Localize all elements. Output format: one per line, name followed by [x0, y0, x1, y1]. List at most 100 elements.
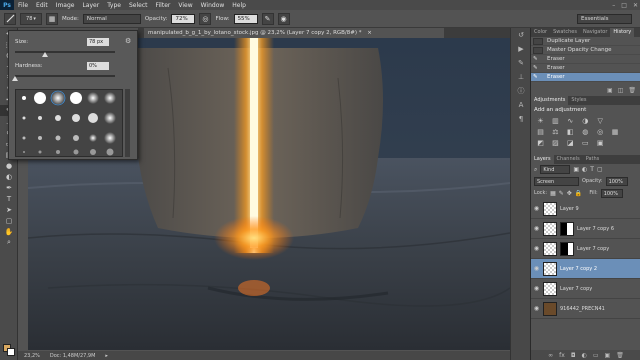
lock-transparent-icon[interactable]: ▦: [550, 190, 556, 197]
menu-filter[interactable]: Filter: [152, 2, 175, 9]
history-item[interactable]: ✎ Eraser: [531, 73, 640, 82]
minimize-button[interactable]: –: [612, 2, 615, 9]
blend-mode-select[interactable]: Screen: [534, 176, 579, 186]
menu-help[interactable]: Help: [228, 2, 250, 9]
new-document-icon[interactable]: ▣: [607, 87, 613, 96]
menu-type[interactable]: Type: [103, 2, 125, 9]
menu-image[interactable]: Image: [52, 2, 79, 9]
size-slider-thumb[interactable]: [42, 52, 48, 57]
zoom-level[interactable]: 23,2%: [24, 353, 40, 359]
menu-edit[interactable]: Edit: [32, 2, 52, 9]
character-panel-icon[interactable]: A: [511, 98, 531, 112]
history-item[interactable]: Duplicate Layer: [531, 37, 640, 46]
layer-filter-kind[interactable]: Kind: [540, 165, 571, 174]
visibility-eye-icon[interactable]: ◉: [533, 225, 540, 232]
size-field[interactable]: 78 px: [87, 38, 109, 46]
layer-mask-thumbnail[interactable]: [560, 241, 574, 256]
layer-row[interactable]: ◉ Layer 7 copy 2: [531, 259, 640, 279]
exposure-icon[interactable]: ◑: [581, 116, 590, 125]
clone-source-panel-icon[interactable]: ⊥: [511, 70, 531, 84]
shape-tool-icon[interactable]: ▢: [0, 215, 18, 226]
tab-history[interactable]: History: [610, 28, 635, 37]
new-adjustment-icon[interactable]: ◐: [582, 352, 587, 359]
tab-navigator[interactable]: Navigator: [580, 28, 610, 37]
opacity-field[interactable]: 72%: [171, 13, 196, 24]
tab-swatches[interactable]: Swatches: [550, 28, 580, 37]
type-filter-icon[interactable]: T: [590, 166, 594, 173]
visibility-eye-icon[interactable]: ◉: [533, 245, 540, 252]
tab-color[interactable]: Color: [531, 28, 550, 37]
posterize-icon[interactable]: ▨: [551, 138, 560, 147]
history-item[interactable]: Master Opacity Change: [531, 46, 640, 55]
lock-pixels-icon[interactable]: ✎: [559, 190, 564, 197]
actions-panel-icon[interactable]: ▶: [511, 42, 531, 56]
threshold-icon[interactable]: ◪: [566, 138, 575, 147]
layer-style-icon[interactable]: fx: [559, 352, 565, 359]
close-button[interactable]: ✕: [633, 2, 638, 9]
selective-color-icon[interactable]: ▣: [596, 138, 605, 147]
add-mask-icon[interactable]: ◘: [571, 352, 576, 359]
status-arrow-icon[interactable]: ▸: [105, 353, 108, 359]
menu-window[interactable]: Window: [197, 2, 229, 9]
hand-tool-icon[interactable]: ✋: [0, 226, 18, 237]
brush-grid-scrollbar[interactable]: [125, 89, 130, 157]
pressure-opacity-icon[interactable]: ◎: [199, 12, 212, 25]
tab-layers[interactable]: Layers: [531, 155, 554, 164]
adjustment-filter-icon[interactable]: ◐: [582, 166, 587, 173]
maximize-button[interactable]: □: [621, 2, 627, 9]
tab-styles[interactable]: Styles: [568, 96, 589, 105]
link-layers-icon[interactable]: ∞: [548, 352, 553, 359]
tab-paths[interactable]: Paths: [583, 155, 603, 164]
menu-view[interactable]: View: [174, 2, 196, 9]
hue-saturation-icon[interactable]: ▤: [536, 127, 545, 136]
flow-field[interactable]: 55%: [233, 13, 258, 24]
visibility-eye-icon[interactable]: ◉: [533, 305, 540, 312]
levels-icon[interactable]: ▥: [551, 116, 560, 125]
info-panel-icon[interactable]: ⓘ: [511, 84, 531, 98]
tab-adjustments[interactable]: Adjustments: [531, 96, 569, 105]
layer-row[interactable]: ◉ Layer 7 copy: [531, 239, 640, 259]
brush-panel-icon[interactable]: ✎: [511, 56, 531, 70]
black-white-icon[interactable]: ◧: [566, 127, 575, 136]
channel-mixer-icon[interactable]: ◎: [596, 127, 605, 136]
history-item[interactable]: ✎ Eraser: [531, 55, 640, 64]
hardness-slider[interactable]: [15, 75, 115, 77]
brush-preset-picker[interactable]: 78 ▾: [20, 12, 42, 25]
close-tab-icon[interactable]: ×: [367, 30, 372, 36]
fill-field[interactable]: 100%: [600, 188, 623, 198]
layer-row[interactable]: ◉ Layer 7 copy 6: [531, 219, 640, 239]
layer-row[interactable]: ◉ Layer 7 copy: [531, 279, 640, 299]
snapshot-icon[interactable]: ◫: [618, 87, 624, 96]
airbrush-icon[interactable]: ✎: [261, 12, 274, 25]
tab-channels[interactable]: Channels: [554, 155, 583, 164]
zoom-tool-icon[interactable]: ⌕: [0, 237, 18, 248]
hardness-field[interactable]: 0%: [87, 62, 109, 70]
document-tab[interactable]: manipulated_b_g_1_by_lotano_stock.jpg @ …: [144, 28, 444, 38]
shape-filter-icon[interactable]: ▢: [597, 166, 603, 173]
hardness-slider-thumb[interactable]: [12, 76, 18, 81]
brush-panel-toggle-icon[interactable]: ▦: [46, 12, 58, 25]
invert-icon[interactable]: ◩: [536, 138, 545, 147]
color-lookup-icon[interactable]: ▦: [611, 127, 620, 136]
layer-opacity-field[interactable]: 100%: [605, 176, 628, 186]
brush-tool-preset-icon[interactable]: [4, 12, 16, 25]
visibility-eye-icon[interactable]: ◉: [533, 265, 540, 272]
type-tool-icon[interactable]: T: [0, 193, 18, 204]
layer-mask-thumbnail[interactable]: [560, 221, 574, 236]
photo-filter-icon[interactable]: ◍: [581, 127, 590, 136]
blur-tool-icon[interactable]: ●: [0, 160, 18, 171]
brightness-contrast-icon[interactable]: ☀: [536, 116, 545, 125]
background-color-swatch[interactable]: [7, 348, 15, 356]
curves-icon[interactable]: ∿: [566, 116, 575, 125]
new-layer-icon[interactable]: ▣: [605, 352, 611, 359]
trash-icon[interactable]: 🗑: [616, 352, 624, 359]
new-group-icon[interactable]: ▭: [593, 352, 599, 359]
history-panel-icon[interactable]: ↺: [511, 28, 531, 42]
menu-layer[interactable]: Layer: [78, 2, 103, 9]
color-balance-icon[interactable]: ⚖: [551, 127, 560, 136]
workspace-select[interactable]: Essentials: [577, 14, 632, 24]
menu-file[interactable]: File: [14, 2, 32, 9]
visibility-eye-icon[interactable]: ◉: [533, 205, 540, 212]
lock-all-icon[interactable]: 🔒: [575, 190, 582, 197]
lock-position-icon[interactable]: ✥: [567, 190, 572, 197]
